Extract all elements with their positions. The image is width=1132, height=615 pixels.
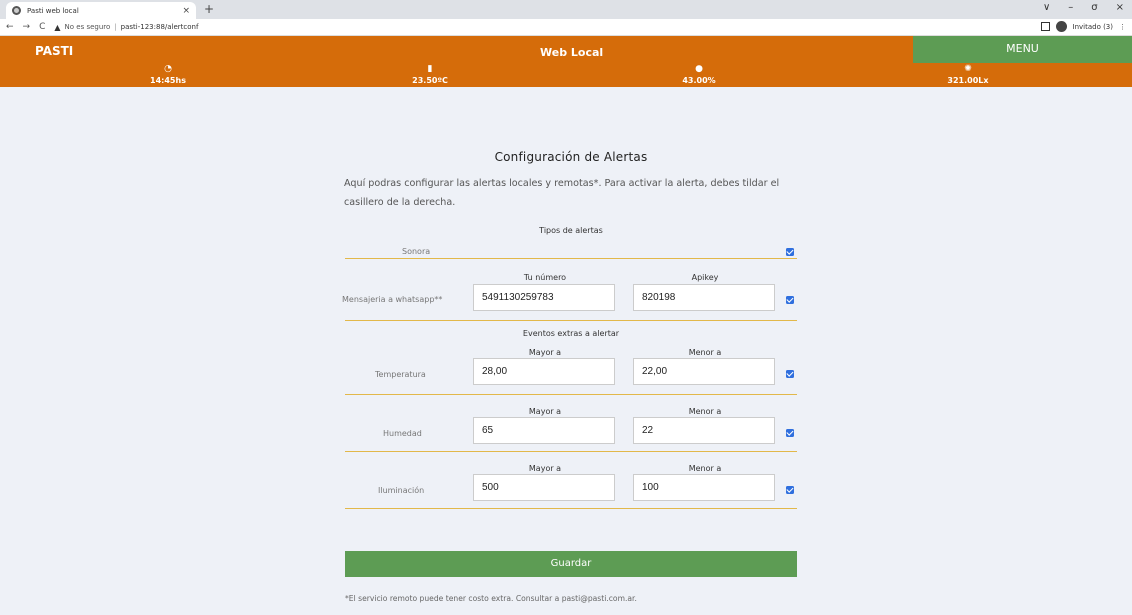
menu-button[interactable]: MENU bbox=[913, 36, 1132, 63]
address-separator: | bbox=[114, 23, 117, 31]
address-bar: ← → C ▲ No es seguro | pasti-123:88/aler… bbox=[0, 19, 1132, 36]
security-label[interactable]: No es seguro bbox=[65, 23, 111, 31]
hum-col-mayor: Mayor a bbox=[528, 407, 562, 416]
stat-temperature-value: 23.50ºC bbox=[412, 76, 448, 85]
url-field[interactable]: pasti-123:88/alertconf bbox=[121, 23, 199, 31]
whatsapp-checkbox[interactable] bbox=[786, 296, 794, 304]
sun-icon: ✺ bbox=[964, 64, 972, 74]
hum-checkbox[interactable] bbox=[786, 429, 794, 437]
browser-tab[interactable]: Pasti web local × bbox=[6, 2, 196, 19]
stat-light-value: 321.00Lx bbox=[947, 76, 989, 85]
clock-icon: ◔ bbox=[164, 64, 172, 74]
hum-mayor-input[interactable] bbox=[473, 417, 615, 444]
warning-icon[interactable]: ▲ bbox=[54, 23, 60, 32]
close-tab-icon[interactable]: × bbox=[182, 6, 190, 16]
lux-col-menor: Menor a bbox=[688, 464, 722, 473]
toolbar-right: Invitado (3) ⋮ bbox=[1040, 21, 1126, 32]
page-title: Configuración de Alertas bbox=[494, 150, 648, 164]
window-controls: ∨ – σ × bbox=[1043, 2, 1124, 13]
sensor-stats-bar: ◔ 14:45hs ▮ 23.50ºC ● 43.00% ✺ 321.00Lx bbox=[0, 64, 1132, 87]
save-button[interactable]: Guardar bbox=[345, 551, 797, 577]
lux-col-mayor: Mayor a bbox=[528, 464, 562, 473]
row-temperatura: Eventos extras a alertar Mayor a Menor a… bbox=[345, 321, 797, 395]
side-panel-icon[interactable] bbox=[1040, 22, 1050, 31]
new-tab-button[interactable]: + bbox=[204, 2, 214, 16]
stat-temperature: ▮ 23.50ºC bbox=[380, 64, 480, 85]
stat-time-value: 14:45hs bbox=[150, 76, 186, 85]
restore-icon[interactable]: σ bbox=[1091, 2, 1097, 13]
sonora-checkbox[interactable] bbox=[786, 248, 794, 256]
temp-col-mayor: Mayor a bbox=[528, 348, 562, 357]
drop-icon: ● bbox=[695, 64, 703, 74]
minimize-icon[interactable]: – bbox=[1068, 2, 1073, 13]
stat-time: ◔ 14:45hs bbox=[118, 64, 218, 85]
whatsapp-label: Mensajeria a whatsapp** bbox=[342, 295, 443, 304]
hum-label: Humedad bbox=[383, 429, 422, 438]
globe-icon bbox=[12, 6, 21, 15]
row-iluminacion: Mayor a Menor a Iluminación bbox=[345, 452, 797, 509]
tab-title: Pasti web local bbox=[27, 6, 79, 15]
whatsapp-col-number: Tu número bbox=[523, 273, 567, 282]
temp-label: Temperatura bbox=[375, 370, 426, 379]
brand-logo[interactable]: PASTI bbox=[35, 44, 73, 58]
row-sonora: Tipos de alertas Sonora bbox=[345, 226, 797, 259]
temp-checkbox[interactable] bbox=[786, 370, 794, 378]
lux-label: Iluminación bbox=[378, 486, 425, 495]
browser-tabbar: Pasti web local × + ∨ – σ × bbox=[0, 0, 1132, 19]
sonora-label: Sonora bbox=[402, 247, 431, 256]
profile-icon[interactable] bbox=[1055, 21, 1067, 32]
row-whatsapp: Tu número Apikey Mensajeria a whatsapp** bbox=[342, 259, 797, 321]
temp-menor-input[interactable] bbox=[633, 358, 775, 385]
temp-col-menor: Menor a bbox=[688, 348, 722, 357]
temp-mayor-input[interactable] bbox=[473, 358, 615, 385]
back-icon[interactable]: ← bbox=[6, 22, 14, 32]
whatsapp-number-input[interactable] bbox=[473, 284, 615, 311]
forward-icon[interactable]: → bbox=[23, 22, 31, 32]
kebab-menu-icon[interactable]: ⋮ bbox=[1119, 23, 1126, 31]
hum-menor-input[interactable] bbox=[633, 417, 775, 444]
hum-col-menor: Menor a bbox=[688, 407, 722, 416]
stat-humidity: ● 43.00% bbox=[649, 64, 749, 85]
row-humedad: Mayor a Menor a Humedad bbox=[345, 395, 797, 452]
reload-icon[interactable]: C bbox=[39, 22, 45, 32]
thermometer-icon: ▮ bbox=[427, 64, 433, 74]
whatsapp-apikey-input[interactable] bbox=[633, 284, 775, 311]
stat-humidity-value: 43.00% bbox=[682, 76, 716, 85]
tab-search-icon[interactable]: ∨ bbox=[1043, 2, 1050, 13]
footnote: *El servicio remoto puede tener costo ex… bbox=[345, 594, 637, 603]
stat-light: ✺ 321.00Lx bbox=[918, 64, 1018, 85]
header-title: Web Local bbox=[540, 46, 604, 59]
alert-config-form: Configuración de Alertas Aquí podras con… bbox=[342, 150, 797, 509]
page-description: Aquí podras configurar las alertas local… bbox=[344, 178, 780, 208]
lux-menor-input[interactable] bbox=[633, 474, 775, 501]
lux-mayor-input[interactable] bbox=[473, 474, 615, 501]
lux-checkbox[interactable] bbox=[786, 486, 794, 494]
types-header: Tipos de alertas bbox=[539, 226, 603, 235]
whatsapp-col-apikey: Apikey bbox=[691, 273, 719, 282]
profile-label[interactable]: Invitado (3) bbox=[1073, 23, 1114, 31]
extras-header: Eventos extras a alertar bbox=[522, 329, 620, 338]
close-window-icon[interactable]: × bbox=[1116, 2, 1124, 13]
